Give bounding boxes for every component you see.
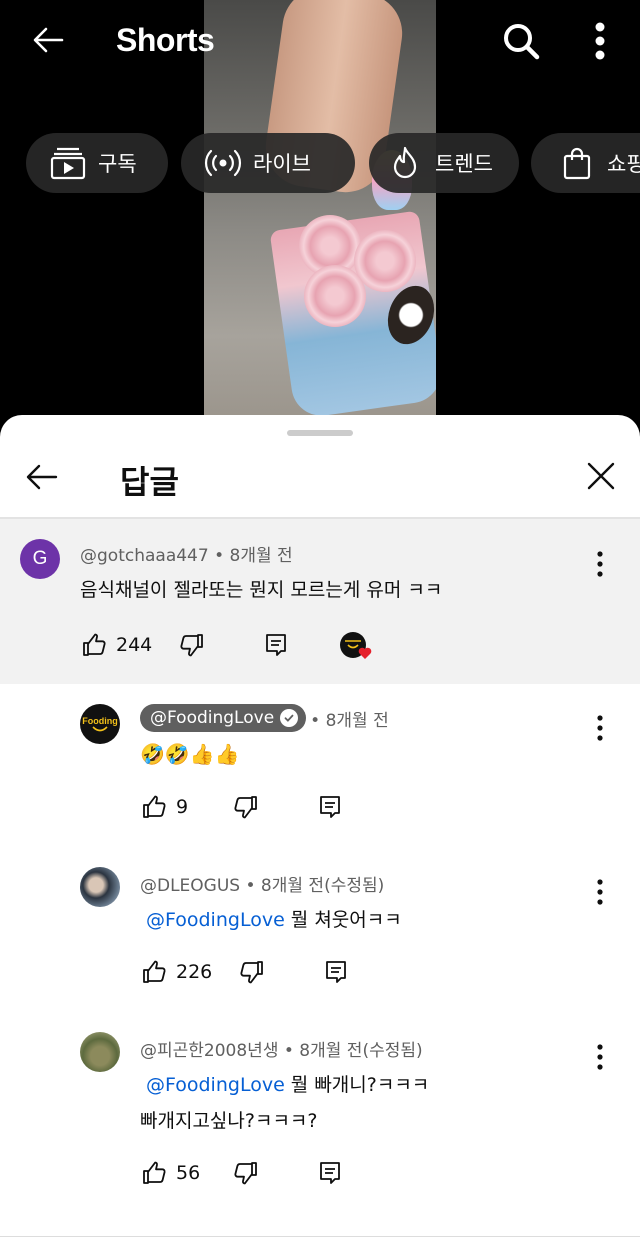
- comment-time: • 8개월 전(수정됨): [278, 1041, 423, 1061]
- chip-label: 라이브: [253, 152, 311, 176]
- filter-chips: 구독 라이브 트렌드 쇼핑: [26, 133, 640, 193]
- thumbs-up-icon: [140, 958, 168, 986]
- arrow-left-icon[interactable]: [30, 22, 66, 58]
- verified-check-icon: [280, 709, 299, 727]
- chip-subscriptions[interactable]: 구독: [26, 133, 168, 193]
- like-count: 9: [176, 796, 189, 818]
- reply-item: @DLEOGUS • 8개월 전(수정됨) @FoodingLove 뭘 쳐웃어…: [0, 849, 640, 1014]
- comment-author[interactable]: @DLEOGUS: [140, 876, 240, 896]
- comment-actions: 244: [80, 628, 374, 662]
- comment-body: 뭘 빠개니?ㅋㅋㅋ: [284, 1074, 430, 1096]
- thumbs-down-icon[interactable]: [238, 958, 266, 986]
- reply-icon[interactable]: [316, 793, 344, 821]
- thumbs-down-icon[interactable]: [232, 793, 260, 821]
- comment-time: • 8개월 전: [310, 710, 389, 731]
- comment-meta: @gotchaaa447 • 8개월 전: [80, 541, 293, 566]
- more-vertical-icon[interactable]: [595, 877, 605, 907]
- sheet-header: 답글: [0, 445, 640, 517]
- reply-icon[interactable]: [262, 631, 290, 659]
- channel-owner-badge[interactable]: @FoodingLove: [140, 704, 307, 732]
- more-vertical-icon[interactable]: [584, 18, 616, 64]
- chip-label: 쇼핑: [607, 152, 640, 176]
- chip-trending[interactable]: 트렌드: [369, 133, 519, 193]
- like-count: 56: [176, 1162, 201, 1184]
- comment-meta: @피곤한2008년생 • 8개월 전(수정됨): [140, 1036, 423, 1061]
- sheet-title: 답글: [120, 463, 179, 501]
- avatar[interactable]: [80, 1032, 120, 1072]
- search-icon[interactable]: [500, 20, 542, 62]
- arrow-left-icon[interactable]: [24, 459, 60, 495]
- subscriptions-icon: [48, 143, 88, 183]
- comment-body: 뭘 쳐웃어ㅋㅋ: [284, 909, 402, 931]
- creator-heart-badge: [340, 630, 374, 660]
- comment-text-line2: 빠개지고싶나?ㅋㅋㅋ?: [140, 1110, 318, 1132]
- avatar[interactable]: Fooding: [80, 704, 120, 744]
- thumbs-up-icon: [80, 631, 108, 659]
- thumbs-down-icon[interactable]: [178, 631, 206, 659]
- like-button[interactable]: 56: [140, 1159, 232, 1187]
- mention-link[interactable]: @FoodingLove: [146, 909, 285, 931]
- thumbs-up-icon: [140, 1159, 168, 1187]
- avatar[interactable]: [80, 867, 120, 907]
- mention-link[interactable]: @FoodingLove: [146, 1074, 285, 1096]
- comment-actions: 226: [140, 955, 350, 989]
- comment-author[interactable]: @gotchaaa447: [80, 546, 209, 566]
- like-count: 226: [176, 961, 213, 983]
- video-player[interactable]: Shorts 구독 라이브 트렌드 쇼핑: [0, 0, 640, 440]
- thumbs-up-icon: [140, 793, 168, 821]
- comment-author: @FoodingLove: [150, 708, 275, 728]
- reply-icon[interactable]: [322, 958, 350, 986]
- comment-time: • 8개월 전: [208, 546, 293, 566]
- comment-meta: @FoodingLove • 8개월 전: [140, 704, 389, 732]
- page-title: Shorts: [116, 22, 215, 58]
- heart-icon: [358, 645, 372, 659]
- reply-item: Fooding @FoodingLove • 8개월 전 🤣🤣👍👍 9: [0, 684, 640, 849]
- comment-text: @FoodingLove 뭘 빠개니?ㅋㅋㅋ: [146, 1070, 429, 1097]
- thumbs-down-icon[interactable]: [232, 1159, 260, 1187]
- like-button[interactable]: 244: [80, 631, 178, 659]
- more-vertical-icon[interactable]: [595, 713, 605, 743]
- comment-actions: 9: [140, 790, 344, 824]
- avatar[interactable]: G: [20, 539, 60, 579]
- like-button[interactable]: 9: [140, 793, 232, 821]
- comment-author[interactable]: @피곤한2008년생: [140, 1041, 278, 1061]
- more-vertical-icon[interactable]: [595, 549, 605, 579]
- chip-live[interactable]: 라이브: [181, 133, 355, 193]
- parent-comment: G @gotchaaa447 • 8개월 전 음식채널이 젤라또는 뭔지 모르는…: [0, 519, 640, 684]
- reply-item: @피곤한2008년생 • 8개월 전(수정됨) @FoodingLove 뭘 빠…: [0, 1014, 640, 1224]
- like-count: 244: [116, 634, 153, 656]
- divider: [0, 1236, 640, 1237]
- like-button[interactable]: 226: [140, 958, 238, 986]
- chip-label: 구독: [98, 152, 137, 176]
- comment-text: 음식채널이 젤라또는 뭔지 모르는게 유머 ㅋㅋ: [80, 579, 443, 601]
- top-app-bar: Shorts: [0, 0, 640, 84]
- comment-actions: 56: [140, 1156, 344, 1190]
- comment-text: @FoodingLove 뭘 쳐웃어ㅋㅋ: [146, 905, 402, 932]
- trending-icon: [385, 143, 425, 183]
- reply-icon[interactable]: [316, 1159, 344, 1187]
- replies-sheet: 답글 G @gotchaaa447 • 8개월 전 음식채널이 젤라또는 뭔지 …: [0, 415, 640, 1250]
- comment-time: • 8개월 전(수정됨): [240, 876, 385, 896]
- comment-text: 🤣🤣👍👍: [140, 742, 240, 766]
- close-icon[interactable]: [584, 459, 618, 493]
- more-vertical-icon[interactable]: [595, 1042, 605, 1072]
- shopping-bag-icon: [557, 143, 597, 183]
- chip-shopping[interactable]: 쇼핑: [531, 133, 640, 193]
- live-icon: [203, 143, 243, 183]
- channel-logo-text: Fooding: [82, 716, 118, 726]
- chip-label: 트렌드: [435, 152, 493, 176]
- comment-meta: @DLEOGUS • 8개월 전(수정됨): [140, 871, 384, 896]
- drag-handle[interactable]: [287, 430, 353, 436]
